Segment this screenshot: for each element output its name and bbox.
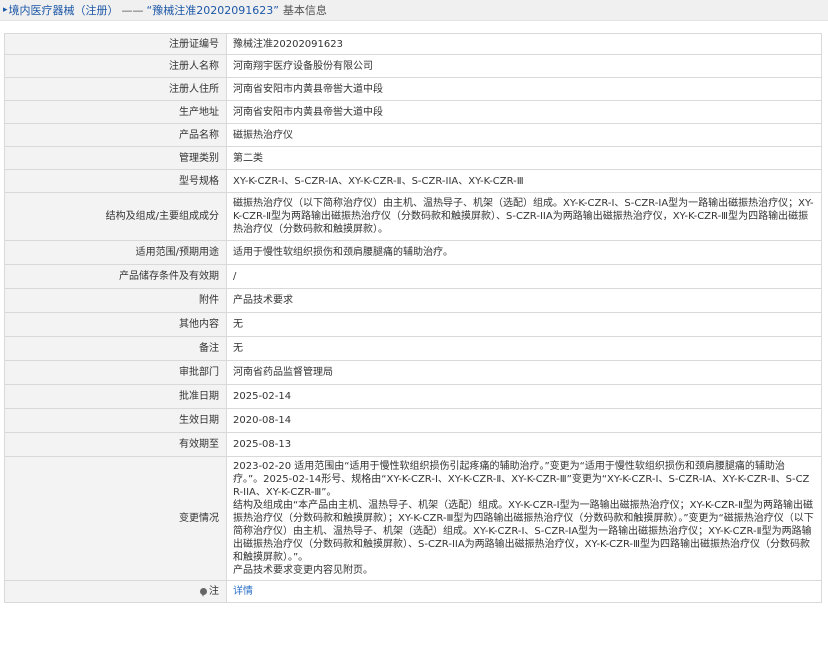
table-row: 注册人名称 河南翔宇医疗设备股份有限公司 xyxy=(4,54,822,78)
field-label: 管理类别 xyxy=(4,146,227,170)
field-value: 2025-08-13 xyxy=(226,432,822,457)
table-row: 其他内容无 xyxy=(4,312,822,337)
field-label: 备注 xyxy=(4,336,227,361)
change-history-row: 变更情况 2023-02-20 适用范围由“适用于慢性软组织损伤引起疼痛的辅助治疗… xyxy=(4,456,822,581)
table-row: 批准日期 2025-02-14 xyxy=(4,384,822,409)
field-value: 磁振热治疗仪（以下简称治疗仪）由主机、温热导子、机架（选配）组成。XY-K-CZ… xyxy=(226,192,822,241)
field-value: 河南省药品监督管理局 xyxy=(226,360,822,385)
field-value: 无 xyxy=(226,336,822,361)
field-label: 注册人住所 xyxy=(4,77,227,101)
table-row: 生效日期 2020-08-14 xyxy=(4,408,822,433)
change-history-line: 结构及组成由“本产品由主机、温热导子、机架（选配）组成。XY-K-CZR-Ⅰ型为… xyxy=(233,500,814,563)
table-row: 型号规格 XY-K-CZR-Ⅰ、S-CZR-IA、XY-K-CZR-Ⅱ、S-CZR… xyxy=(4,169,822,193)
page-header: ▸ 境内医疗器械（注册） —— “豫械注准20202091623” 基本信息 xyxy=(0,0,828,21)
field-label: 附件 xyxy=(4,288,227,313)
field-label: 产品名称 xyxy=(4,123,227,147)
category-link[interactable]: 境内医疗器械（注册） xyxy=(9,2,119,18)
field-label: 注册人名称 xyxy=(4,54,227,78)
field-value: XY-K-CZR-Ⅰ、S-CZR-IA、XY-K-CZR-Ⅱ、S-CZR-IIA… xyxy=(226,169,822,193)
field-value: 2025-02-14 xyxy=(226,384,822,409)
field-label: 生效日期 xyxy=(4,408,227,433)
field-label: 生产地址 xyxy=(4,100,227,124)
change-history-line: 产品技术要求变更内容见附页。 xyxy=(233,565,373,576)
field-label: 型号规格 xyxy=(4,169,227,193)
field-label: 审批部门 xyxy=(4,360,227,385)
caret-right-icon: ▸ xyxy=(3,5,8,15)
record-title: “豫械注准20202091623” xyxy=(146,4,279,17)
field-value: 适用于慢性软组织损伤和颈肩腰腿痛的辅助治疗。 xyxy=(226,240,822,265)
field-value: 2020-08-14 xyxy=(226,408,822,433)
field-value: / xyxy=(226,264,822,289)
table-row: 产品储存条件及有效期 / xyxy=(4,264,822,289)
field-label: 有效期至 xyxy=(4,432,227,457)
field-value: 第二类 xyxy=(226,146,822,170)
table-row: 注册人住所 河南省安阳市内黄县帝喾大道中段 xyxy=(4,77,822,101)
field-value: 河南省安阳市内黄县帝喾大道中段 xyxy=(226,100,822,124)
field-value: 磁振热治疗仪 xyxy=(226,123,822,147)
field-label: 适用范围/预期用途 xyxy=(4,240,227,265)
table-row: 适用范围/预期用途 适用于慢性软组织损伤和颈肩腰腿痛的辅助治疗。 xyxy=(4,240,822,265)
table-row: 审批部门 河南省药品监督管理局 xyxy=(4,360,822,385)
registration-info-table: 注册证编号 豫械注准20202091623 注册人名称 河南翔宇医疗设备股份有限公司注… xyxy=(4,33,822,603)
table-row: 生产地址 河南省安阳市内黄县帝喾大道中段 xyxy=(4,100,822,124)
table-row: 注册证编号 豫械注准20202091623 xyxy=(4,33,822,55)
table-row: 附件 产品技术要求 xyxy=(4,288,822,313)
header-separator: —— xyxy=(121,3,144,17)
header-suffix: 基本信息 xyxy=(282,4,327,17)
location-pin-icon xyxy=(200,588,207,597)
table-row: 产品名称 磁振热治疗仪 xyxy=(4,123,822,147)
table-row: 备注无 xyxy=(4,336,822,361)
field-value: 河南翔宇医疗设备股份有限公司 xyxy=(226,54,822,78)
change-history-label: 变更情况 xyxy=(4,456,227,581)
details-link[interactable]: 详情 xyxy=(233,586,253,597)
field-value: 豫械注准20202091623 xyxy=(226,33,822,55)
change-history-value: 2023-02-20 适用范围由“适用于慢性软组织损伤引起疼痛的辅助治疗。”变更… xyxy=(226,456,822,581)
field-value: 河南省安阳市内黄县帝喾大道中段 xyxy=(226,77,822,101)
note-label-cell: 注 xyxy=(4,580,227,603)
table-row: 管理类别 第二类 xyxy=(4,146,822,170)
table-row: 有效期至 2025-08-13 xyxy=(4,432,822,457)
note-value-cell: 详情 xyxy=(226,580,822,603)
field-label: 产品储存条件及有效期 xyxy=(4,264,227,289)
field-value: 无 xyxy=(226,312,822,337)
field-value: 产品技术要求 xyxy=(226,288,822,313)
note-row: 注 详情 xyxy=(4,580,822,603)
field-label: 批准日期 xyxy=(4,384,227,409)
table-row: 结构及组成/主要组成成分 磁振热治疗仪（以下简称治疗仪）由主机、温热导子、机架（选… xyxy=(4,192,822,241)
note-label: 注 xyxy=(209,586,219,597)
field-label: 注册证编号 xyxy=(4,33,227,55)
change-history-line: 2023-02-20 适用范围由“适用于慢性软组织损伤引起疼痛的辅助治疗。”变更… xyxy=(233,461,810,498)
field-label: 其他内容 xyxy=(4,312,227,337)
field-label: 结构及组成/主要组成成分 xyxy=(4,192,227,241)
